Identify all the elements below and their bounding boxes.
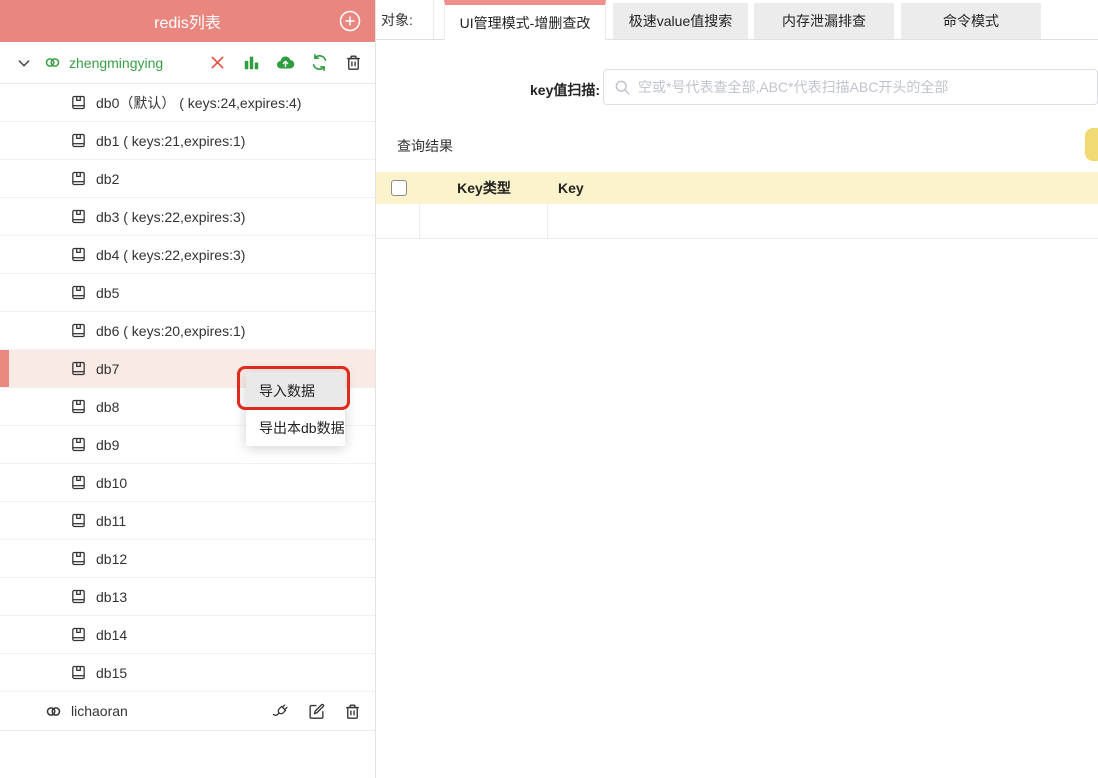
main-panel: 对象: UI管理模式-增删查改 极速value值搜索 内存泄漏排查 命令模式 k… bbox=[376, 0, 1098, 778]
db-row-db3[interactable]: db3 ( keys:22,expires:3) bbox=[0, 198, 375, 236]
db-book-icon bbox=[70, 208, 87, 225]
table-row bbox=[376, 204, 1098, 239]
header-checkbox-cell bbox=[376, 180, 420, 196]
db-row-db13[interactable]: db13 bbox=[0, 578, 375, 616]
sidebar-title: redis列表 bbox=[154, 15, 221, 32]
db-label: db9 bbox=[96, 436, 120, 453]
add-connection-icon[interactable] bbox=[338, 9, 362, 33]
db-book-icon bbox=[70, 436, 87, 453]
tab-memory-leak[interactable]: 内存泄漏排查 bbox=[754, 3, 894, 39]
db-label: db7 bbox=[96, 360, 120, 377]
db-book-icon bbox=[70, 322, 87, 339]
menu-item-import-data[interactable]: 导入数据 bbox=[246, 372, 345, 409]
db-label: db14 bbox=[96, 626, 128, 643]
db-label: db8 bbox=[96, 398, 120, 415]
connect-plug-icon[interactable] bbox=[271, 702, 290, 721]
db-label: db3 ( keys:22,expires:3) bbox=[96, 208, 246, 225]
menu-item-export-db-data[interactable]: 导出本db数据 bbox=[246, 409, 345, 446]
trash-icon[interactable] bbox=[344, 53, 363, 72]
db-label: db1 ( keys:21,expires:1) bbox=[96, 132, 246, 149]
connection-row[interactable]: zhengmingying bbox=[0, 42, 375, 84]
connection-toolbar bbox=[208, 53, 363, 72]
trash-icon[interactable] bbox=[343, 702, 362, 721]
object-label: 对象: bbox=[376, 0, 434, 39]
db-book-icon bbox=[70, 664, 87, 681]
table-cell bbox=[376, 204, 420, 238]
db-book-icon bbox=[70, 626, 87, 643]
db-row-db14[interactable]: db14 bbox=[0, 616, 375, 654]
db-label: db12 bbox=[96, 550, 128, 567]
db-row-db5[interactable]: db5 bbox=[0, 274, 375, 312]
results-title: 查询结果 bbox=[397, 138, 453, 154]
db-label: db13 bbox=[96, 588, 128, 605]
db-row-db6[interactable]: db6 ( keys:20,expires:1) bbox=[0, 312, 375, 350]
select-all-checkbox[interactable] bbox=[391, 180, 407, 196]
db-book-icon bbox=[70, 246, 87, 263]
db-label: db4 ( keys:22,expires:3) bbox=[96, 246, 246, 263]
db-row-db15[interactable]: db15 bbox=[0, 654, 375, 692]
connection-name: lichaoran bbox=[71, 703, 128, 719]
yellow-action-button[interactable] bbox=[1085, 128, 1098, 161]
link-icon bbox=[43, 53, 62, 72]
db-label: db2 bbox=[96, 170, 120, 187]
tab-bar: 对象: UI管理模式-增删查改 极速value值搜索 内存泄漏排查 命令模式 bbox=[376, 0, 1098, 40]
key-scan-input-wrap bbox=[603, 69, 1098, 105]
close-icon[interactable] bbox=[208, 53, 227, 72]
link-icon bbox=[44, 702, 63, 721]
db-row-db11[interactable]: db11 bbox=[0, 502, 375, 540]
db-book-icon bbox=[70, 94, 87, 111]
app-window: redis列表 zhengmingying db0（默认） (keys:24,… bbox=[0, 0, 1098, 778]
db-label: db0（默认） ( keys:24,expires:4) bbox=[96, 94, 302, 111]
cloud-upload-icon[interactable] bbox=[276, 53, 295, 72]
chevron-down-icon[interactable] bbox=[16, 55, 32, 71]
db-book-icon bbox=[70, 550, 87, 567]
db-book-icon bbox=[70, 284, 87, 301]
db-label: db11 bbox=[96, 512, 127, 529]
stats-bar-chart-icon[interactable] bbox=[242, 53, 261, 72]
db-book-icon bbox=[70, 588, 87, 605]
context-menu: 导入数据 导出本db数据 bbox=[246, 372, 345, 446]
db-book-icon bbox=[70, 170, 87, 187]
tab-ui-manage[interactable]: UI管理模式-增删查改 bbox=[444, 0, 606, 40]
tab-command-mode[interactable]: 命令模式 bbox=[901, 3, 1041, 39]
tab-value-search[interactable]: 极速value值搜索 bbox=[613, 3, 748, 39]
search-icon bbox=[613, 78, 631, 96]
db-book-icon bbox=[70, 512, 87, 529]
db-row-db1[interactable]: db1 ( keys:21,expires:1) bbox=[0, 122, 375, 160]
db-row-db12[interactable]: db12 bbox=[0, 540, 375, 578]
edit-icon[interactable] bbox=[307, 702, 326, 721]
connection-toolbar bbox=[271, 702, 362, 721]
db-label: db10 bbox=[96, 474, 128, 491]
table-cell bbox=[420, 204, 548, 238]
key-scan-input[interactable] bbox=[603, 69, 1098, 105]
connection-name[interactable]: zhengmingying bbox=[69, 55, 163, 71]
sidebar-header: redis列表 bbox=[0, 0, 375, 42]
key-scan-label: key值扫描: bbox=[530, 82, 601, 98]
db-label: db15 bbox=[96, 664, 128, 681]
db-book-icon bbox=[70, 398, 87, 415]
db-row-db10[interactable]: db10 bbox=[0, 464, 375, 502]
db-book-icon bbox=[70, 474, 87, 491]
db-book-icon bbox=[70, 132, 87, 149]
results-table-header: Key类型 Key bbox=[376, 172, 1098, 204]
db-book-icon bbox=[70, 360, 87, 377]
db-row-db2[interactable]: db2 bbox=[0, 160, 375, 198]
connection-row-lichaoran[interactable]: lichaoran bbox=[0, 692, 375, 731]
column-key: Key bbox=[558, 180, 584, 196]
column-key-type: Key类型 bbox=[457, 180, 511, 196]
db-label: db5 bbox=[96, 284, 120, 301]
db-row-db0[interactable]: db0（默认） ( keys:24,expires:4) bbox=[0, 84, 375, 122]
db-row-db4[interactable]: db4 ( keys:22,expires:3) bbox=[0, 236, 375, 274]
db-label: db6 ( keys:20,expires:1) bbox=[96, 322, 246, 339]
refresh-icon[interactable] bbox=[310, 53, 329, 72]
